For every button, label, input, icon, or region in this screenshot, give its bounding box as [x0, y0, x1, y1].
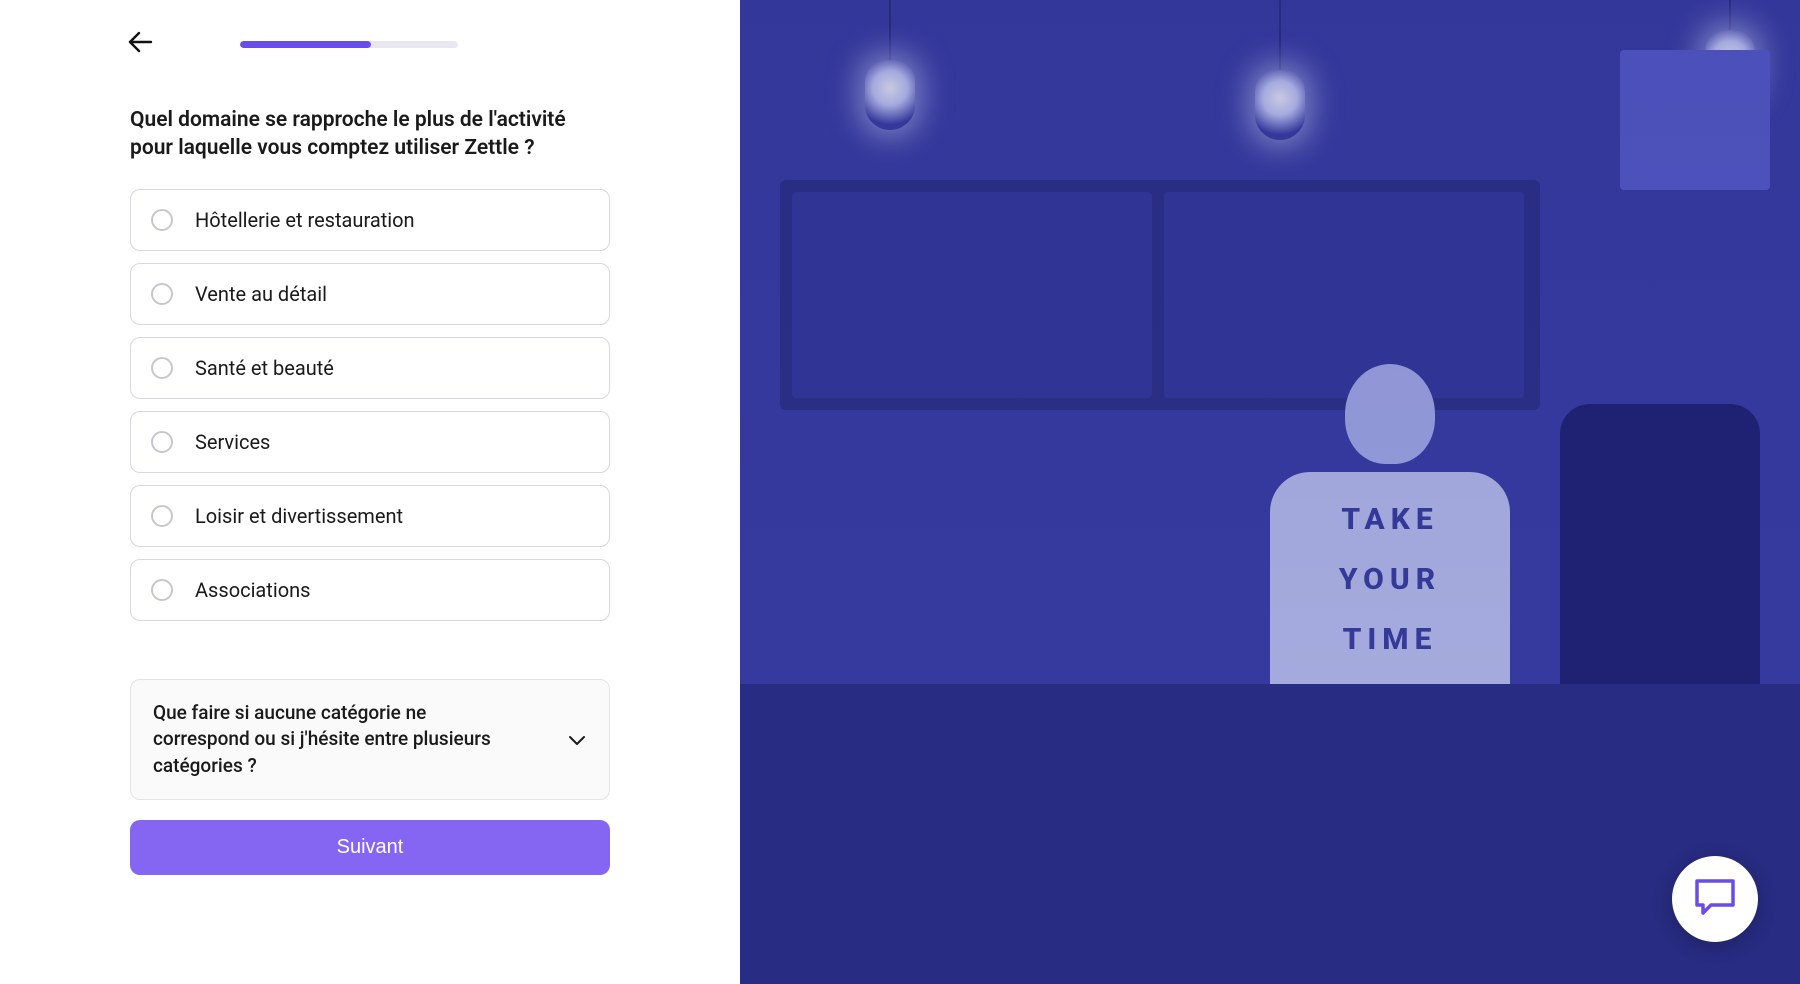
back-button[interactable] — [126, 30, 154, 58]
option-services[interactable]: Services — [130, 411, 610, 473]
arrow-left-icon — [127, 31, 153, 57]
radio-icon — [151, 283, 173, 305]
shirt-text-line: YOUR — [1339, 562, 1441, 597]
option-health-beauty[interactable]: Santé et beauté — [130, 337, 610, 399]
option-label: Santé et beauté — [195, 356, 334, 380]
header-row — [130, 30, 610, 58]
decor-counter — [740, 684, 1800, 984]
help-expander[interactable]: Que faire si aucune catégorie ne corresp… — [130, 679, 610, 801]
option-hospitality[interactable]: Hôtellerie et restauration — [130, 189, 610, 251]
light-bulb-icon — [860, 0, 920, 200]
option-label: Hôtellerie et restauration — [195, 208, 415, 232]
option-label: Loisir et divertissement — [195, 504, 403, 528]
light-bulb-icon — [1700, 0, 1760, 200]
option-label: Associations — [195, 578, 311, 602]
chat-button[interactable] — [1672, 856, 1758, 942]
options-group: Hôtellerie et restauration Vente au déta… — [130, 189, 610, 621]
light-bulb-icon — [1250, 0, 1310, 200]
option-associations[interactable]: Associations — [130, 559, 610, 621]
radio-icon — [151, 431, 173, 453]
radio-icon — [151, 357, 173, 379]
shirt-text-line: TAKE — [1341, 502, 1438, 537]
question-heading: Quel domaine se rapproche le plus de l'a… — [130, 106, 610, 163]
hero-image-panel: TAKE YOUR TIME — [740, 0, 1800, 984]
decor-shelf — [780, 180, 1540, 410]
onboarding-form-panel: Quel domaine se rapproche le plus de l'a… — [0, 0, 740, 984]
option-label: Vente au détail — [195, 282, 327, 306]
radio-icon — [151, 209, 173, 231]
option-label: Services — [195, 430, 270, 454]
next-button[interactable]: Suivant — [130, 820, 610, 875]
decor-counter-top — [740, 684, 1800, 724]
option-retail[interactable]: Vente au détail — [130, 263, 610, 325]
decor-person: TAKE YOUR TIME — [1260, 364, 1520, 744]
decor-box — [1620, 50, 1770, 190]
radio-icon — [151, 579, 173, 601]
radio-icon — [151, 505, 173, 527]
chevron-down-icon — [567, 730, 587, 750]
chat-icon — [1693, 877, 1737, 921]
progress-bar — [240, 41, 458, 48]
option-leisure[interactable]: Loisir et divertissement — [130, 485, 610, 547]
help-text: Que faire si aucune catégorie ne corresp… — [153, 700, 513, 780]
shirt-text-line: TIME — [1343, 622, 1438, 657]
decor-coffee-machine — [1560, 404, 1760, 724]
progress-bar-fill — [240, 41, 371, 48]
